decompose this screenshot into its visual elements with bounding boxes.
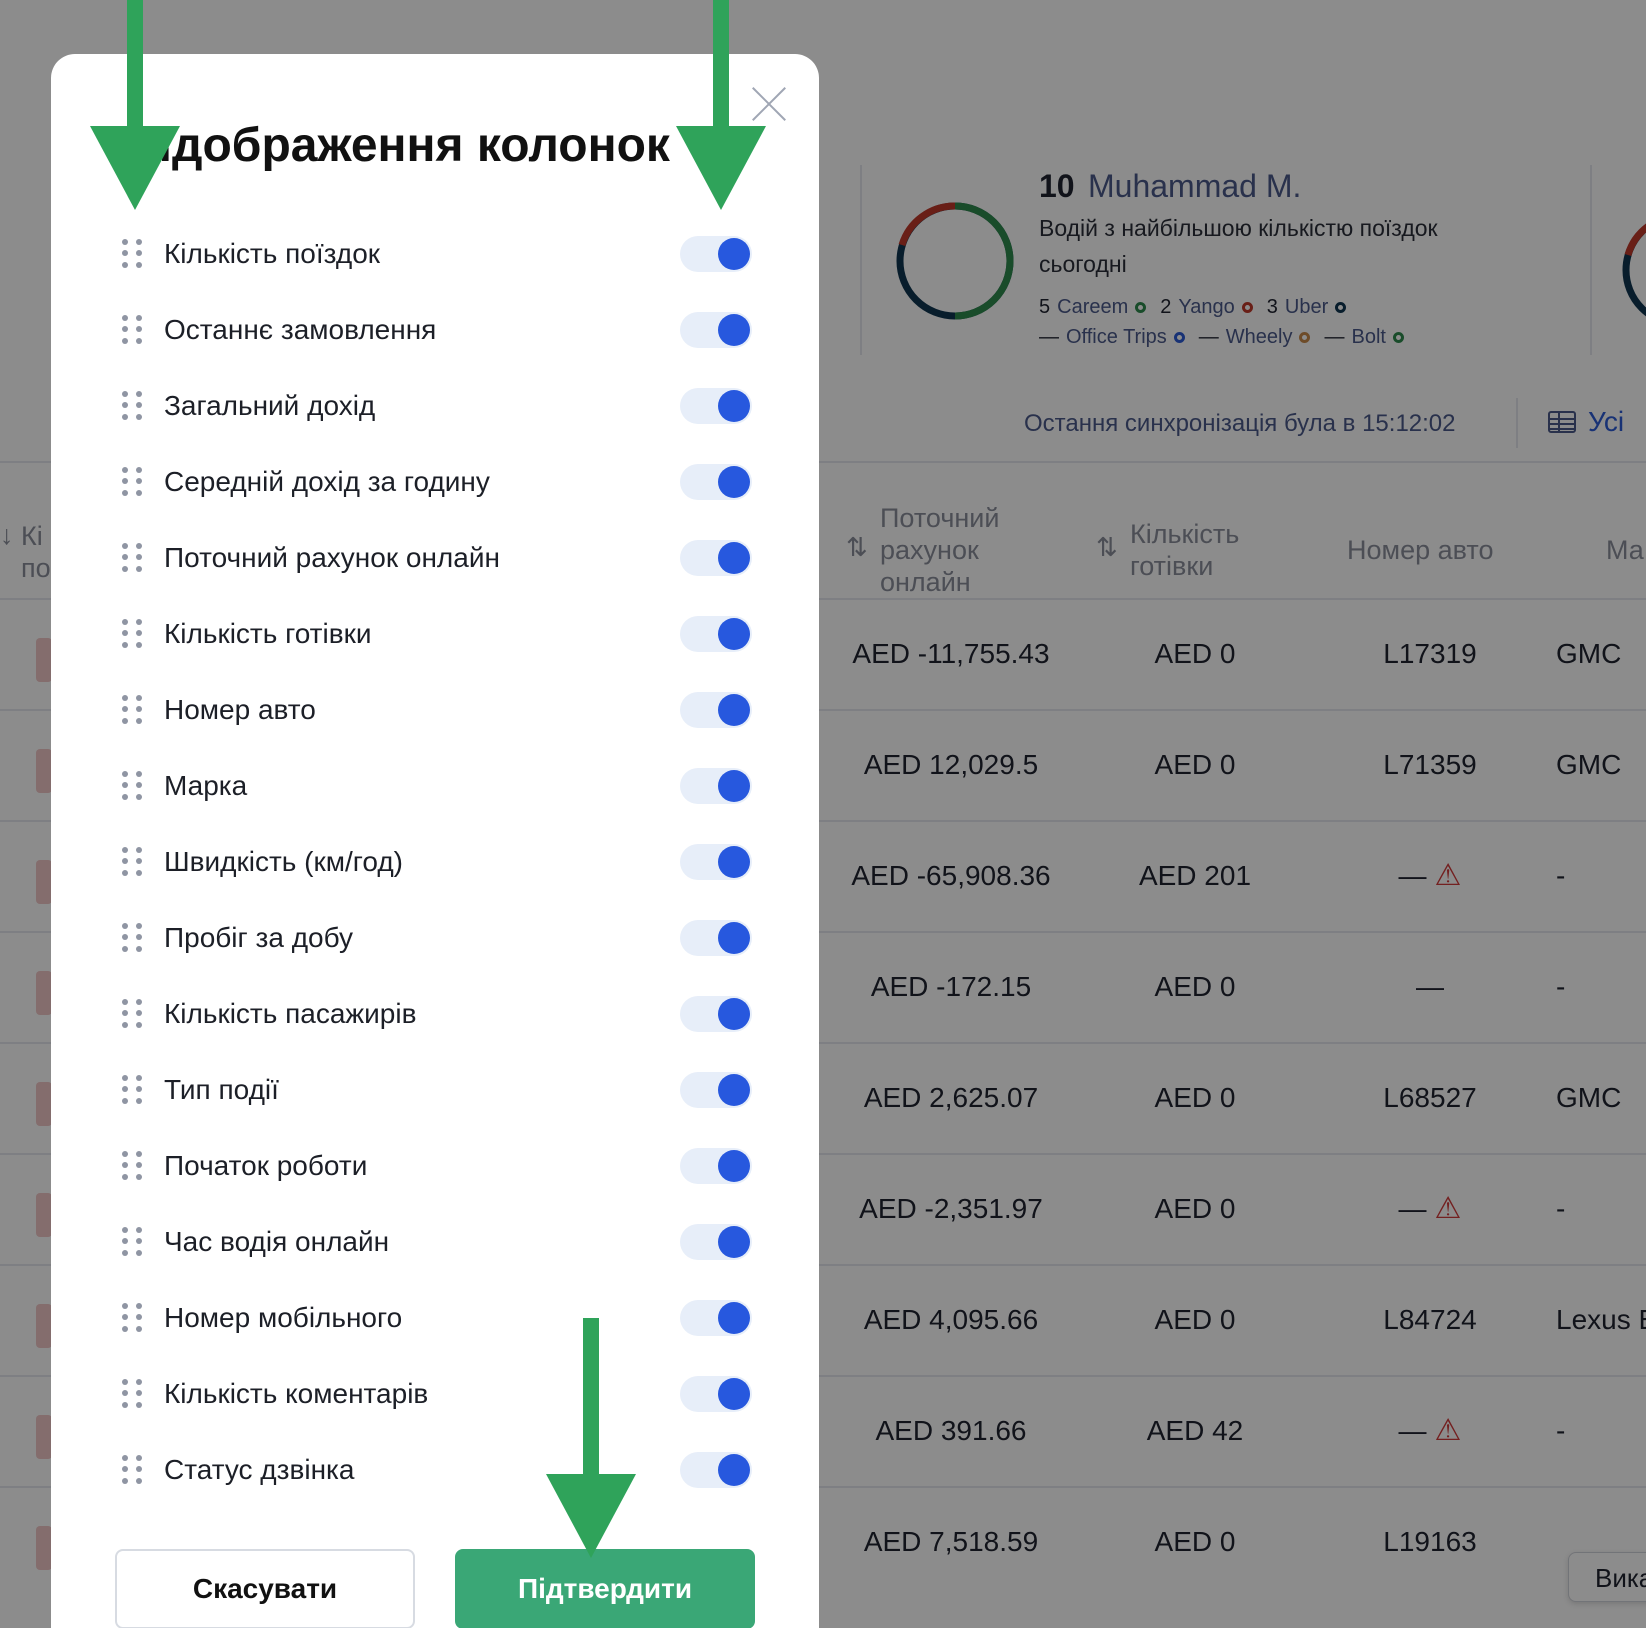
column-visibility-toggle[interactable] bbox=[680, 312, 752, 348]
column-label: Кількість коментарів bbox=[164, 1378, 429, 1409]
column-label: Останнє замовлення bbox=[164, 314, 437, 345]
column-display-modal: Відображення колонок Кількість поїздок Ос… bbox=[51, 54, 819, 1628]
column-toggle-row[interactable]: Марка bbox=[112, 748, 772, 824]
toggle-knob bbox=[718, 1150, 750, 1182]
column-toggle-row[interactable]: Статус дзвінка bbox=[112, 1432, 772, 1508]
column-visibility-toggle[interactable] bbox=[680, 1376, 752, 1412]
column-visibility-toggle[interactable] bbox=[680, 844, 752, 880]
column-toggle-row[interactable]: Останнє замовлення bbox=[112, 292, 772, 368]
column-label: Статус дзвінка bbox=[164, 1454, 355, 1485]
column-toggle-row[interactable]: Поточний рахунок онлайн bbox=[112, 520, 772, 596]
toggle-knob bbox=[718, 1454, 750, 1486]
column-toggle-row[interactable]: Швидкість (км/год) bbox=[112, 824, 772, 900]
arrow-down-icon bbox=[676, 0, 766, 210]
toggle-knob bbox=[718, 238, 750, 270]
toggle-knob bbox=[718, 1074, 750, 1106]
cancel-button[interactable]: Скасувати bbox=[115, 1549, 415, 1628]
drag-handle-icon[interactable] bbox=[122, 923, 142, 953]
drag-handle-icon[interactable] bbox=[122, 1227, 142, 1257]
toggle-knob bbox=[718, 998, 750, 1030]
column-toggle-row[interactable]: Кількість коментарів bbox=[112, 1356, 772, 1432]
column-toggle-row[interactable]: Кількість пасажирів bbox=[112, 976, 772, 1052]
column-toggle-row[interactable]: Початок роботи bbox=[112, 1128, 772, 1204]
toggle-knob bbox=[718, 770, 750, 802]
toggle-knob bbox=[718, 694, 750, 726]
column-label: Загальний дохід bbox=[164, 390, 376, 421]
column-label: Пробіг за добу bbox=[164, 922, 354, 953]
column-visibility-toggle[interactable] bbox=[680, 540, 752, 576]
toggle-knob bbox=[718, 846, 750, 878]
drag-handle-icon[interactable] bbox=[122, 999, 142, 1029]
drag-handle-icon[interactable] bbox=[122, 619, 142, 649]
column-toggle-row[interactable]: Кількість поїздок bbox=[112, 216, 772, 292]
drag-handle-icon[interactable] bbox=[122, 1379, 142, 1409]
column-toggle-row[interactable]: Номер авто bbox=[112, 672, 772, 748]
column-visibility-toggle[interactable] bbox=[680, 768, 752, 804]
column-toggle-row[interactable]: Загальний дохід bbox=[112, 368, 772, 444]
drag-handle-icon[interactable] bbox=[122, 847, 142, 877]
drag-handle-icon[interactable] bbox=[122, 467, 142, 497]
column-visibility-toggle[interactable] bbox=[680, 920, 752, 956]
toggle-knob bbox=[718, 618, 750, 650]
toggle-knob bbox=[718, 466, 750, 498]
toggle-knob bbox=[718, 922, 750, 954]
column-label: Швидкість (км/год) bbox=[164, 846, 403, 877]
drag-handle-icon[interactable] bbox=[122, 1151, 142, 1181]
column-label: Час водія онлайн bbox=[164, 1226, 390, 1257]
column-toggle-row[interactable]: Тип події bbox=[112, 1052, 772, 1128]
drag-handle-icon[interactable] bbox=[122, 1455, 142, 1485]
column-visibility-toggle[interactable] bbox=[680, 388, 752, 424]
column-toggle-row[interactable]: Пробіг за добу bbox=[112, 900, 772, 976]
drag-handle-icon[interactable] bbox=[122, 315, 142, 345]
drag-handle-icon[interactable] bbox=[122, 543, 142, 573]
column-visibility-toggle[interactable] bbox=[680, 1300, 752, 1336]
column-label: Початок роботи bbox=[164, 1150, 368, 1181]
column-label: Кількість поїздок bbox=[164, 238, 381, 269]
column-visibility-toggle[interactable] bbox=[680, 1072, 752, 1108]
column-visibility-toggle[interactable] bbox=[680, 1148, 752, 1184]
toggle-knob bbox=[718, 1378, 750, 1410]
column-label: Тип події bbox=[164, 1074, 279, 1105]
toggle-knob bbox=[718, 1302, 750, 1334]
arrow-down-icon bbox=[546, 1318, 636, 1558]
column-label: Поточний рахунок онлайн bbox=[164, 542, 500, 573]
column-toggle-row[interactable]: Кількість готівки bbox=[112, 596, 772, 672]
column-label: Номер мобільного bbox=[164, 1302, 403, 1333]
column-label: Номер авто bbox=[164, 694, 316, 725]
column-label: Середній дохід за годину bbox=[164, 466, 490, 497]
column-toggle-row[interactable]: Середній дохід за годину bbox=[112, 444, 772, 520]
drag-handle-icon[interactable] bbox=[122, 695, 142, 725]
column-visibility-toggle[interactable] bbox=[680, 1452, 752, 1488]
column-visibility-toggle[interactable] bbox=[680, 464, 752, 500]
toggle-knob bbox=[718, 542, 750, 574]
column-toggle-row[interactable]: Номер мобільного bbox=[112, 1280, 772, 1356]
drag-handle-icon[interactable] bbox=[122, 771, 142, 801]
column-visibility-toggle[interactable] bbox=[680, 1224, 752, 1260]
toggle-knob bbox=[718, 314, 750, 346]
confirm-button[interactable]: Підтвердити bbox=[455, 1549, 755, 1628]
toggle-knob bbox=[718, 1226, 750, 1258]
modal-title: Відображення колонок bbox=[124, 119, 670, 172]
column-toggle-row[interactable]: Час водія онлайн bbox=[112, 1204, 772, 1280]
column-list: Кількість поїздок Останнє замовлення Загал… bbox=[112, 216, 772, 1508]
arrow-down-icon bbox=[90, 0, 180, 210]
drag-handle-icon[interactable] bbox=[122, 1303, 142, 1333]
column-label: Марка bbox=[164, 770, 248, 801]
column-label: Кількість готівки bbox=[164, 618, 372, 649]
column-label: Кількість пасажирів bbox=[164, 998, 417, 1029]
drag-handle-icon[interactable] bbox=[122, 1075, 142, 1105]
column-visibility-toggle[interactable] bbox=[680, 996, 752, 1032]
drag-handle-icon[interactable] bbox=[122, 391, 142, 421]
drag-handle-icon[interactable] bbox=[122, 239, 142, 269]
column-visibility-toggle[interactable] bbox=[680, 236, 752, 272]
column-visibility-toggle[interactable] bbox=[680, 616, 752, 652]
toggle-knob bbox=[718, 390, 750, 422]
column-visibility-toggle[interactable] bbox=[680, 692, 752, 728]
